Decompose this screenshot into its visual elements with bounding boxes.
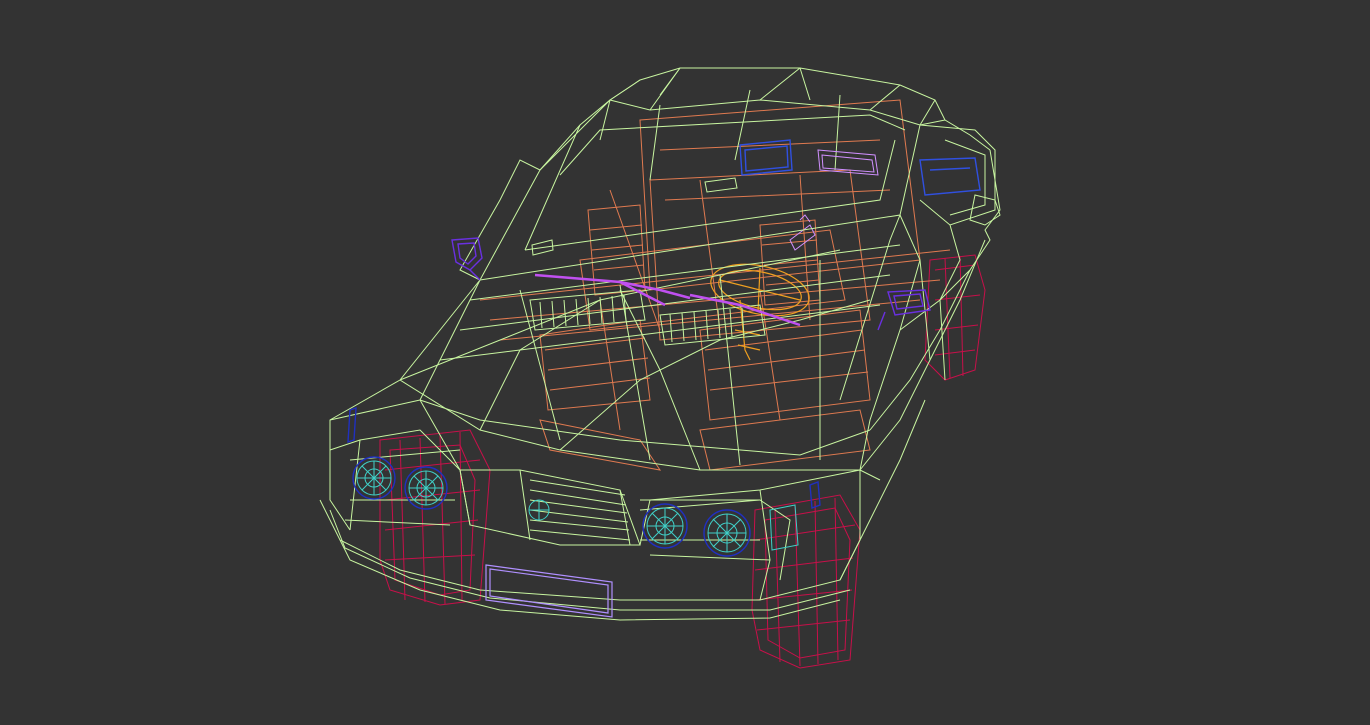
headlight-right-inner xyxy=(642,503,688,549)
license-plate xyxy=(485,564,613,618)
car-body xyxy=(319,67,1001,621)
wheel-front-right xyxy=(751,494,861,669)
interior-frame xyxy=(479,99,951,471)
rearview-mirror xyxy=(704,177,738,193)
windshield-wipers xyxy=(534,273,801,327)
wireframe-car-model xyxy=(319,67,1001,669)
side-mirror-right xyxy=(877,289,931,331)
foglight-right xyxy=(769,504,799,551)
front-emblem xyxy=(528,499,550,521)
headlight-right-outer xyxy=(703,509,751,557)
indicator-left xyxy=(347,407,357,443)
headlight-left-outer xyxy=(352,456,396,500)
wheel-rear-right xyxy=(924,254,986,381)
3d-viewport[interactable] xyxy=(0,0,1370,725)
steering-wheel xyxy=(710,263,810,361)
side-window-rear xyxy=(739,139,981,196)
headlight-left-inner xyxy=(404,466,448,510)
